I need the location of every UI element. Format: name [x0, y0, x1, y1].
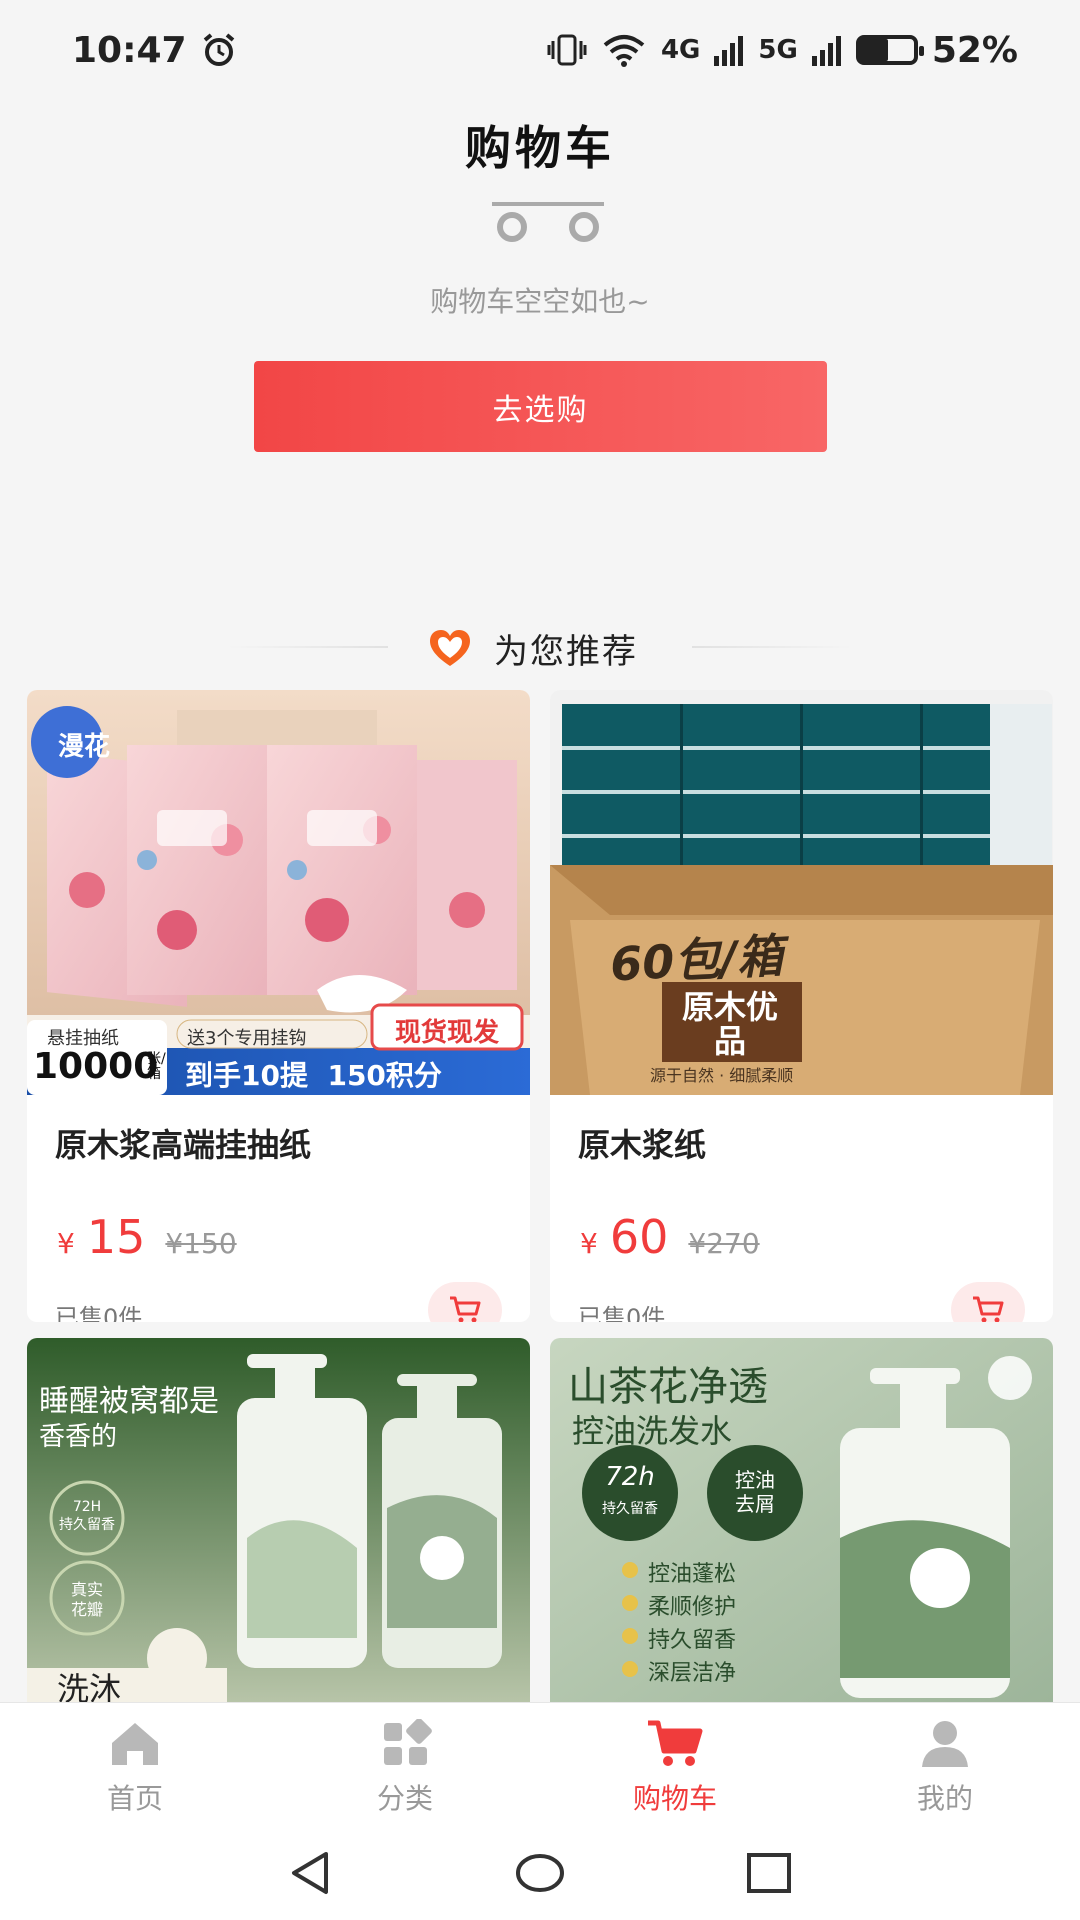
product-badge-1: 72H 持久留香 [59, 1499, 115, 1533]
battery-percent: 52% [931, 29, 1018, 71]
nav-item-cart[interactable]: 购物车 [540, 1703, 810, 1826]
product-bottom-text: 洗沐 [57, 1670, 122, 1702]
go-shopping-button[interactable]: 去选购 [254, 361, 827, 452]
nav-item-home[interactable]: 首页 [0, 1703, 270, 1826]
product-bullet-3: 持久留香 [648, 1628, 737, 1653]
product-brand-badge: 漫花 [57, 732, 110, 762]
product-name[interactable]: 原木浆高端挂抽纸 [55, 1120, 311, 1166]
status-left: 10:47 [72, 30, 237, 71]
product-name[interactable]: 原木浆纸 [578, 1120, 706, 1166]
product-promo-offer: 到手10提 150积分 [185, 1059, 442, 1092]
product-badge-2: 真实 花瓣 [70, 1580, 103, 1619]
alarm-icon [203, 33, 234, 66]
cart-icon [450, 1296, 481, 1322]
product-promo-unit: 张/箱 [147, 1051, 166, 1082]
nav-label-cart: 购物车 [632, 1781, 717, 1815]
status-bar: 10:47 4G 5G 52% [0, 0, 1080, 100]
product-card[interactable]: 睡醒被窝都是 香香的 72H 持久留香 真实 花瓣 洗沐 [27, 1338, 530, 1702]
profile-icon [922, 1720, 968, 1767]
signal-icon-2 [811, 36, 841, 66]
nav-label-category: 分类 [376, 1781, 433, 1815]
product-box-stamp: 原木优品 [681, 988, 778, 1060]
product-card[interactable]: 山茶花净透 控油洗发水 72h 持久留香 控油 去屑 控油蓬松 柔顺修护 持久留… [550, 1338, 1053, 1702]
price-symbol: ¥ [57, 1227, 75, 1260]
sold-count: 已售0件 [55, 1304, 143, 1322]
home-button-icon[interactable] [514, 1852, 566, 1894]
price-row: ¥ 15 ¥150 [57, 1210, 237, 1264]
nav-item-profile[interactable]: 我的 [810, 1703, 1080, 1826]
category-icon [384, 1718, 432, 1765]
product-image[interactable]: 山茶花净透 控油洗发水 72h 持久留香 控油 去屑 控油蓬松 柔顺修护 持久留… [550, 1338, 1053, 1702]
page-title: 购物车 [465, 121, 615, 175]
vibrate-icon [547, 34, 587, 66]
product-promo-badge: 现货现发 [394, 1018, 499, 1048]
status-right: 4G 5G 52% [547, 30, 1018, 71]
product-bullet-4: 深层洁净 [648, 1661, 737, 1686]
status-time: 10:47 [72, 29, 187, 71]
add-to-cart-button[interactable] [951, 1282, 1025, 1322]
nav-item-category[interactable]: 分类 [270, 1703, 540, 1826]
bottom-nav: 首页 分类 购物车 我的 [0, 1702, 1080, 1826]
product-badge-1-sub: 持久留香 [602, 1501, 658, 1517]
product-price: 60 [609, 1210, 669, 1264]
battery-icon [855, 35, 924, 65]
product-box-headline: 60包/箱 [608, 928, 785, 992]
recents-icon[interactable] [746, 1852, 792, 1894]
divider-right [692, 646, 852, 648]
battery-fill [859, 39, 888, 61]
recommend-header: 为您推荐 [0, 620, 1080, 672]
original-price: ¥150 [165, 1227, 237, 1260]
product-headline-2: 香香的 [39, 1422, 118, 1452]
product-bullet-1: 控油蓬松 [648, 1562, 737, 1587]
back-icon[interactable] [286, 1848, 336, 1898]
network-type-1: 4G [660, 35, 701, 65]
recommend-title: 为您推荐 [494, 632, 638, 672]
wifi-icon [603, 35, 645, 67]
heart-icon [430, 630, 470, 666]
product-promo-line2: 10000 [33, 1046, 159, 1087]
network-type-2: 5G [758, 35, 798, 65]
product-headline-1: 山茶花净透 [568, 1364, 768, 1410]
product-bullet-2: 柔顺修护 [648, 1595, 737, 1620]
sold-count: 已售0件 [578, 1304, 666, 1322]
product-badge-2: 控油 去屑 [735, 1468, 775, 1516]
home-icon [112, 1722, 158, 1765]
product-promo-gift: 送3个专用挂钩 [187, 1028, 307, 1049]
signal-icon-1 [714, 36, 744, 66]
nav-label-profile: 我的 [916, 1781, 973, 1815]
product-price: 15 [86, 1210, 146, 1264]
add-to-cart-button[interactable] [428, 1282, 502, 1322]
empty-cart-message: 购物车空空如也~ [430, 285, 650, 318]
product-image[interactable]: 睡醒被窝都是 香香的 72H 持久留香 真实 花瓣 洗沐 [27, 1338, 530, 1702]
system-nav-bar [0, 1826, 1080, 1920]
cart-icon [648, 1720, 703, 1766]
product-badge-1: 72h [605, 1462, 655, 1492]
product-box-sub: 源于自然 · 细腻柔顺 [650, 1066, 794, 1085]
cart-icon [973, 1296, 1004, 1322]
product-image[interactable]: 60包/箱 原木优品 源于自然 · 细腻柔顺 [550, 690, 1053, 1095]
price-row: ¥ 60 ¥270 [580, 1210, 760, 1264]
product-card[interactable]: 漫花 现货现发 悬挂抽纸 10000 张/箱 送3个专用挂钩 到手10提 150… [27, 690, 530, 1322]
nav-label-home: 首页 [106, 1781, 163, 1815]
product-headline-2: 控油洗发水 [572, 1412, 733, 1450]
divider-left [228, 646, 388, 648]
empty-cart-icon [492, 202, 604, 242]
product-headline-1: 睡醒被窝都是 [39, 1384, 219, 1419]
price-symbol: ¥ [580, 1227, 598, 1260]
original-price: ¥270 [688, 1227, 760, 1260]
product-image[interactable]: 漫花 现货现发 悬挂抽纸 10000 张/箱 送3个专用挂钩 到手10提 150… [27, 690, 530, 1095]
product-card[interactable]: 60包/箱 原木优品 源于自然 · 细腻柔顺 原木浆纸 ¥ 60 ¥270 已售… [550, 690, 1053, 1322]
